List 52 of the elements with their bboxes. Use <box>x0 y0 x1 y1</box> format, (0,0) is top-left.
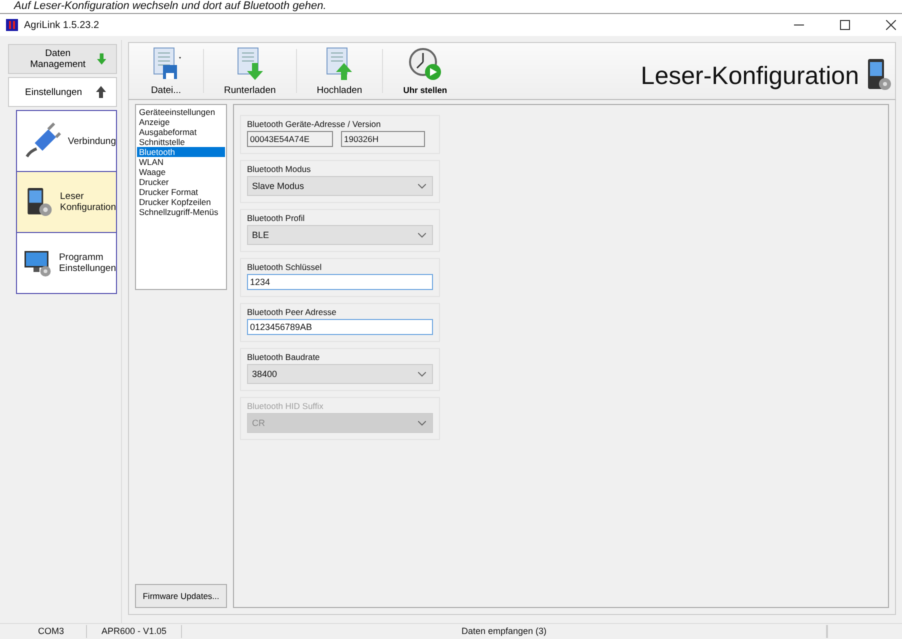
readonly-field: 00043E54A74E <box>247 131 333 147</box>
status-text: Daten empfangen (3) <box>182 625 827 638</box>
group-label: Bluetooth Modus <box>247 164 312 174</box>
category-item[interactable]: Geräteeinstellungen <box>137 107 225 117</box>
group-label: Bluetooth Profil <box>247 213 306 223</box>
chevron-down-icon <box>418 232 426 238</box>
group-label: Bluetooth Peer Adresse <box>247 307 338 317</box>
toolbar-button[interactable]: Hochladen <box>296 43 382 99</box>
category-item[interactable]: Anzeige <box>137 117 225 127</box>
dropdown[interactable]: BLE <box>247 225 433 245</box>
toolbar-button[interactable]: Runterladen <box>204 43 296 99</box>
nav-item[interactable]: Programm Einstellungen <box>16 232 117 294</box>
group-label: Bluetooth HID Suffix <box>247 401 324 411</box>
status-text: COM3 <box>16 625 87 638</box>
app-icon <box>6 19 18 31</box>
category-item[interactable]: Drucker Format <box>137 187 225 197</box>
readonly-field: 190326H <box>341 131 425 147</box>
category-item[interactable]: Drucker Kopfzeilen <box>137 197 225 207</box>
page-title: Leser-Konfiguration <box>640 62 859 90</box>
window-title: AgriLink 1.5.23.2 <box>24 20 100 30</box>
nav-item[interactable]: Leser Konfiguration <box>16 171 117 233</box>
firmware-updates-button[interactable]: Firmware Updates... <box>135 584 227 608</box>
category-item[interactable]: Ausgabeformat <box>137 127 225 137</box>
dropdown[interactable]: 38400 <box>247 364 433 384</box>
category-item[interactable]: Bluetooth <box>137 147 225 157</box>
category-item[interactable]: Drucker <box>137 177 225 187</box>
toolbar-button[interactable]: Uhr stellen <box>383 43 468 99</box>
toolbar-button[interactable]: Datei... <box>129 43 203 99</box>
up-arrow-icon <box>96 86 106 98</box>
input-field[interactable]: 0123456789AB <box>247 319 433 335</box>
category-item[interactable]: Waage <box>137 167 225 177</box>
category-item[interactable]: Schnittstelle <box>137 137 225 147</box>
clock-play-icon <box>408 47 442 81</box>
maximize-icon[interactable] <box>840 20 850 30</box>
dropdown[interactable]: Slave Modus <box>247 176 433 196</box>
nav-section-button[interactable]: Einstellungen <box>8 77 117 107</box>
group-label: Bluetooth Geräte-Adresse / Version <box>247 119 382 129</box>
chevron-down-icon <box>418 420 426 426</box>
status-text: APR600 - V1.05 <box>87 625 182 638</box>
nav-item[interactable]: Verbindung <box>16 110 117 172</box>
chevron-down-icon <box>418 372 426 376</box>
group-label: Bluetooth Schlüssel <box>247 262 323 272</box>
caption-text: Auf Leser-Konfiguration wechseln und dort auf Bluetooth gehen. <box>12 0 328 13</box>
input-field[interactable]: 1234 <box>247 274 433 290</box>
chevron-down-icon <box>418 184 426 188</box>
nav-section-button[interactable]: Daten Management <box>8 44 117 74</box>
close-icon[interactable] <box>886 20 896 30</box>
category-item[interactable]: WLAN <box>137 157 225 167</box>
category-item[interactable]: Schnellzugriff-Menüs <box>137 207 225 217</box>
group-label: Bluetooth Baudrate <box>247 352 321 362</box>
down-arrow-icon <box>96 53 106 65</box>
device-gear-icon <box>867 58 891 92</box>
